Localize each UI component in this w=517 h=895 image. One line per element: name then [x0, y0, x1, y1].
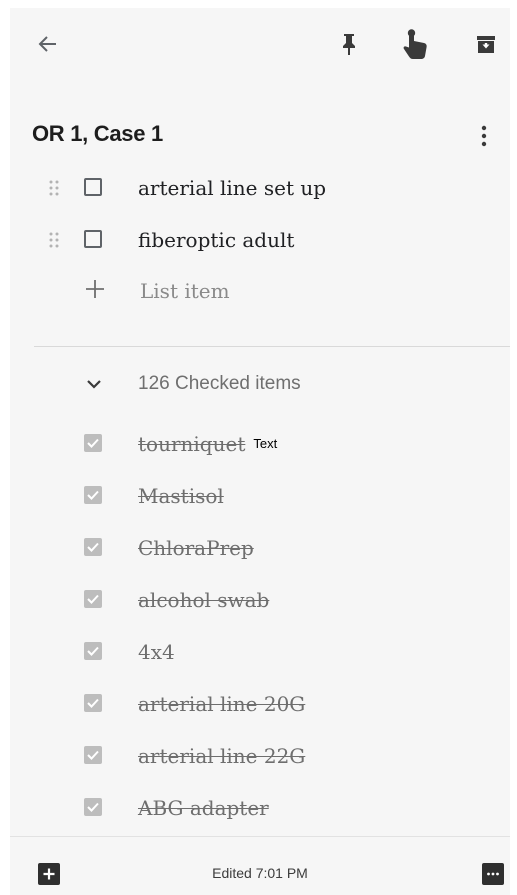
- plus-icon: [86, 280, 104, 298]
- checked-list-item: ChloraPrep: [10, 528, 510, 568]
- add-list-item-row[interactable]: List item: [10, 272, 510, 312]
- check-icon: [87, 438, 99, 448]
- bottom-bar: Edited 7:01 PM: [10, 836, 510, 895]
- check-icon: [87, 542, 99, 552]
- checked-item-label[interactable]: arterial line 20G: [138, 692, 305, 716]
- checked-item-label[interactable]: alcohol swab: [138, 588, 269, 612]
- more-vertical-icon: [481, 125, 487, 147]
- checked-item-text: tourniquet: [138, 432, 246, 456]
- reminder-button[interactable]: [400, 28, 432, 62]
- item-tag: Text: [253, 436, 278, 451]
- checked-checkbox[interactable]: [84, 798, 102, 816]
- archive-button[interactable]: [472, 30, 500, 58]
- checked-items-toggle[interactable]: 126 Checked items: [10, 366, 510, 406]
- checked-item-label[interactable]: Mastisol: [138, 484, 224, 508]
- checked-checkbox[interactable]: [84, 434, 102, 452]
- checked-list-item: ABG adapter: [10, 788, 510, 828]
- pin-icon: [343, 34, 355, 55]
- note-menu-button[interactable]: [482, 863, 504, 885]
- checked-list-item: arterial line 20G: [10, 684, 510, 724]
- checked-item-label[interactable]: tourniquet Text: [138, 432, 277, 456]
- checked-checkbox[interactable]: [84, 538, 102, 556]
- checked-item-label[interactable]: ChloraPrep: [138, 536, 254, 560]
- add-item-placeholder: List item: [140, 279, 230, 303]
- checked-item-label[interactable]: ABG adapter: [138, 796, 269, 820]
- item-checkbox[interactable]: [84, 230, 102, 248]
- note-title-row: OR 1, Case 1: [10, 118, 510, 158]
- more-options-button[interactable]: [472, 122, 496, 150]
- item-checkbox[interactable]: [84, 178, 102, 196]
- drag-handle-icon[interactable]: [48, 232, 60, 248]
- checked-list-item: arterial line 22G: [10, 736, 510, 776]
- drag-handle-icon[interactable]: [48, 180, 60, 196]
- check-icon: [87, 594, 99, 604]
- list-item: arterial line set up: [10, 168, 510, 208]
- top-toolbar: [10, 8, 510, 82]
- more-horizontal-icon: [487, 872, 499, 876]
- arrow-left-icon: [38, 36, 56, 52]
- note-title[interactable]: OR 1, Case 1: [32, 121, 163, 147]
- checked-list-item: alcohol swab: [10, 580, 510, 620]
- check-icon: [87, 802, 99, 812]
- checked-checkbox[interactable]: [84, 694, 102, 712]
- item-label[interactable]: arterial line set up: [138, 176, 326, 200]
- archive-icon: [477, 36, 495, 53]
- checked-checkbox[interactable]: [84, 590, 102, 608]
- checked-items-count: 126 Checked items: [138, 373, 301, 394]
- back-button[interactable]: [34, 30, 62, 58]
- hand-pointer-icon: [403, 29, 427, 59]
- check-icon: [87, 646, 99, 656]
- checked-list-item: Mastisol: [10, 476, 510, 516]
- edited-timestamp: Edited 7:01 PM: [212, 865, 308, 881]
- checked-list-item: 4x4: [10, 632, 510, 672]
- checked-checkbox[interactable]: [84, 746, 102, 764]
- check-icon: [87, 490, 99, 500]
- section-divider: [34, 346, 510, 347]
- check-icon: [87, 698, 99, 708]
- checked-checkbox[interactable]: [84, 486, 102, 504]
- check-icon: [87, 750, 99, 760]
- item-label[interactable]: fiberoptic adult: [138, 228, 294, 252]
- checked-list-item: tourniquet Text: [10, 424, 510, 464]
- checked-item-label[interactable]: 4x4: [138, 640, 175, 664]
- chevron-down-icon: [87, 380, 101, 389]
- checked-item-label[interactable]: arterial line 22G: [138, 744, 305, 768]
- list-item: fiberoptic adult: [10, 220, 510, 260]
- checked-checkbox[interactable]: [84, 642, 102, 660]
- note-editor: OR 1, Case 1 arterial line set up fibero…: [10, 8, 510, 895]
- pin-button[interactable]: [335, 30, 363, 58]
